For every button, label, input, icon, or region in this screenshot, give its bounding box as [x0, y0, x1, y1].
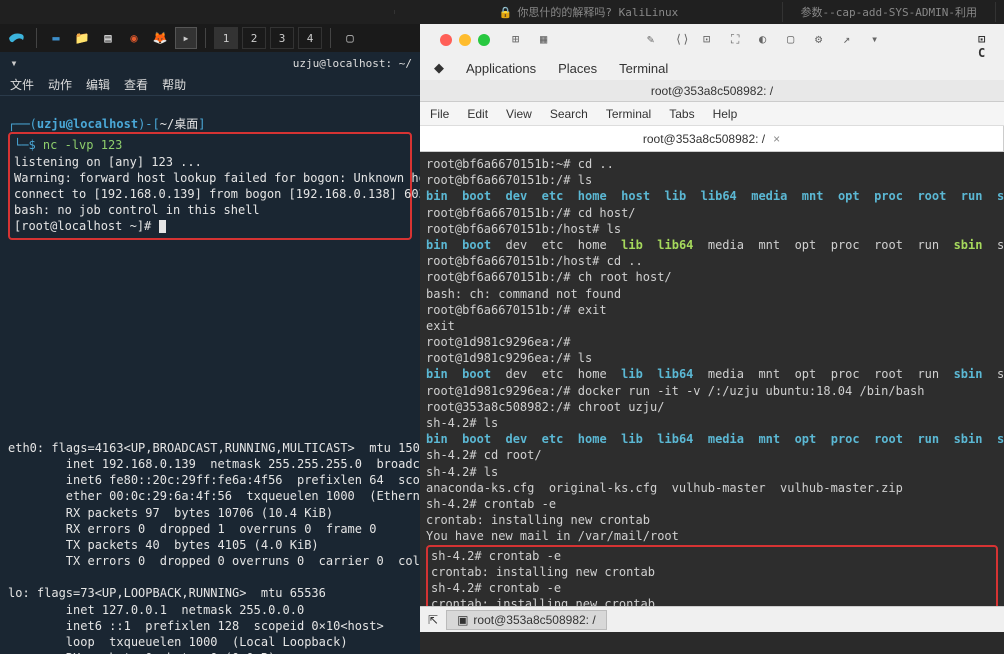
files-icon[interactable]: 📁: [71, 27, 93, 49]
line: inet6 fe80::20c:29ff:fe6a:4f56 prefixlen…: [8, 473, 420, 487]
panel-window-item[interactable]: ▣ root@353a8c508982: /: [446, 610, 607, 630]
activities-icon[interactable]: ◆: [434, 60, 444, 76]
maximize-button[interactable]: [478, 34, 490, 46]
firefox-icon[interactable]: 🦊: [149, 27, 171, 49]
panel-icon[interactable]: ⇱: [428, 613, 438, 627]
tab-label: 参数--cap-add-SYS-ADMIN-利用: [801, 4, 977, 20]
workspace-1[interactable]: 1: [214, 27, 238, 49]
workspace-2[interactable]: 2: [242, 27, 266, 49]
browser-tab[interactable]: 参数--cap-add-SYS-ADMIN-利用: [783, 2, 996, 22]
grid-icon[interactable]: ⊞: [512, 32, 528, 48]
tool-icon[interactable]: ▢: [787, 32, 803, 48]
browser-icon[interactable]: ◉: [123, 27, 145, 49]
menu-applications[interactable]: Applications: [466, 61, 536, 76]
terminal-content[interactable]: root@bf6a6670151b:~# cd .. root@bf6a6670…: [420, 152, 1004, 606]
menubar: 文件 动作 编辑 查看 帮助: [0, 74, 420, 96]
separator: [330, 28, 331, 48]
terminal-content[interactable]: ┌──(uzju@localhost)-[~/桌面] └─$ nc -lvp 1…: [0, 96, 420, 654]
close-icon[interactable]: ×: [773, 132, 780, 146]
menu-tabs[interactable]: Tabs: [669, 107, 694, 121]
line: [root@localhost ~]#: [14, 219, 159, 233]
bottom-panel: ⇱ ▣ root@353a8c508982: /: [420, 606, 1004, 632]
menu-view[interactable]: 查看: [124, 76, 148, 93]
menu-search[interactable]: Search: [550, 107, 588, 121]
browser-tab[interactable]: [8, 10, 395, 14]
menu-file[interactable]: File: [430, 107, 449, 121]
terminal-tab[interactable]: root@353a8c508982: / ×: [420, 126, 1004, 151]
window-controls: [430, 34, 500, 46]
tool-icon[interactable]: ▾: [871, 32, 887, 48]
line: eth0: flags=4163<UP,BROADCAST,RUNNING,MU…: [8, 441, 420, 455]
menu-terminal[interactable]: Terminal: [619, 61, 668, 76]
lock-icon: 🔒: [499, 6, 513, 19]
titlebar[interactable]: root@353a8c508982: /: [420, 80, 1004, 102]
titlebar[interactable]: ▾ uzju@localhost: ~/: [0, 52, 420, 74]
menu-edit[interactable]: 编辑: [86, 76, 110, 93]
menubar: File Edit View Search Terminal Tabs Help: [420, 102, 1004, 126]
tool-icon[interactable]: ⟨⟩: [675, 32, 691, 48]
panel-label: root@353a8c508982: /: [473, 613, 595, 627]
tool-icon[interactable]: ⚙: [815, 32, 831, 48]
cursor: [159, 220, 166, 233]
gnome-menubar: ◆ Applications Places Terminal: [420, 56, 1004, 80]
tool-icon[interactable]: ✎: [647, 32, 663, 48]
line: Warning: forward host lookup failed for …: [14, 171, 420, 185]
prompt-path: ~/桌面: [160, 117, 198, 131]
close-button[interactable]: [440, 34, 452, 46]
window-title: root@353a8c508982: /: [651, 84, 773, 98]
layers-icon[interactable]: ▦: [540, 32, 556, 48]
line: loop txqueuelen 1000 (Local Loopback): [8, 635, 348, 649]
prompt-user: uzju@localhost: [37, 117, 138, 131]
menu-view[interactable]: View: [506, 107, 532, 121]
left-terminal-window: ▾ uzju@localhost: ~/ 文件 动作 编辑 查看 帮助 ┌──(…: [0, 52, 420, 654]
menu-edit[interactable]: Edit: [467, 107, 488, 121]
terminal-icon: ▣: [457, 613, 468, 627]
menu-places[interactable]: Places: [558, 61, 597, 76]
menu-file[interactable]: 文件: [10, 76, 34, 93]
menu-help[interactable]: 帮助: [162, 76, 186, 93]
line: RX errors 0 dropped 1 overruns 0 frame 0: [8, 522, 376, 536]
separator: [205, 28, 206, 48]
tab-label: root@353a8c508982: /: [643, 132, 765, 146]
browser-tab[interactable]: 🔒 你思什的的解释吗? KaliLinux: [395, 2, 782, 22]
line: inet6 ::1 prefixlen 128 scopeid 0×10<hos…: [8, 619, 384, 633]
fullscreen-icon[interactable]: ⊡ C: [978, 32, 994, 48]
toolbar: ⊞ ▦ ✎ ⟨⟩ ⊡ ⛶ ◐ ▢ ⚙ ↗ ▾ ⊡ C: [420, 24, 1004, 56]
tab-label: 你思什的的解释吗? KaliLinux: [517, 4, 678, 20]
menu-action[interactable]: 动作: [48, 76, 72, 93]
minimize-button[interactable]: [459, 34, 471, 46]
right-terminal-window: root@353a8c508982: / File Edit View Sear…: [420, 80, 1004, 632]
right-app-chrome: ⊞ ▦ ✎ ⟨⟩ ⊡ ⛶ ◐ ▢ ⚙ ↗ ▾ ⊡ C ◆ Application…: [420, 24, 1004, 80]
line: listening on [any] 123 ...: [14, 155, 202, 169]
tool-icon[interactable]: ◐: [759, 32, 775, 48]
workspace-3[interactable]: 3: [270, 27, 294, 49]
tool-icon[interactable]: ⊡: [703, 32, 719, 48]
window-menu-icon[interactable]: ▾: [6, 55, 22, 71]
line: TX errors 0 dropped 0 overruns 0 carrier…: [8, 554, 420, 568]
line: connect to [192.168.0.139] from bogon [1…: [14, 187, 420, 201]
tool-icon[interactable]: ⛶: [731, 32, 747, 48]
tool-icon[interactable]: ↗: [843, 32, 859, 48]
line: RX packets 97 bytes 10706 (10.4 KiB): [8, 506, 333, 520]
highlighted-output: └─$ nc -lvp 123 listening on [any] 123 .…: [8, 132, 412, 239]
cmd: nc -lvp 123: [43, 138, 122, 152]
editor-icon[interactable]: ▤: [97, 27, 119, 49]
line: TX packets 40 bytes 4105 (4.0 KiB): [8, 538, 319, 552]
menu-help[interactable]: Help: [713, 107, 738, 121]
line: inet 192.168.0.139 netmask 255.255.255.0…: [8, 457, 420, 471]
line: lo: flags=73<UP,LOOPBACK,RUNNING> mtu 65…: [8, 586, 326, 600]
menu-terminal[interactable]: Terminal: [606, 107, 651, 121]
window-title: uzju@localhost: ~/: [293, 57, 412, 70]
separator: [36, 28, 37, 48]
line: bash: no job control in this shell: [14, 203, 260, 217]
app-icon[interactable]: ▢: [339, 27, 361, 49]
terminal-icon[interactable]: ▸: [175, 27, 197, 49]
workspace-4[interactable]: 4: [298, 27, 322, 49]
line: inet 127.0.0.1 netmask 255.0.0.0: [8, 603, 304, 617]
tab-bar: root@353a8c508982: / ×: [420, 126, 1004, 152]
kali-logo-icon[interactable]: [6, 27, 28, 49]
browser-tab-strip: 🔒 你思什的的解释吗? KaliLinux 参数--cap-add-SYS-AD…: [0, 0, 1004, 24]
folder-icon[interactable]: ▬: [45, 27, 67, 49]
line: ether 00:0c:29:6a:4f:56 txqueuelen 1000 …: [8, 489, 420, 503]
